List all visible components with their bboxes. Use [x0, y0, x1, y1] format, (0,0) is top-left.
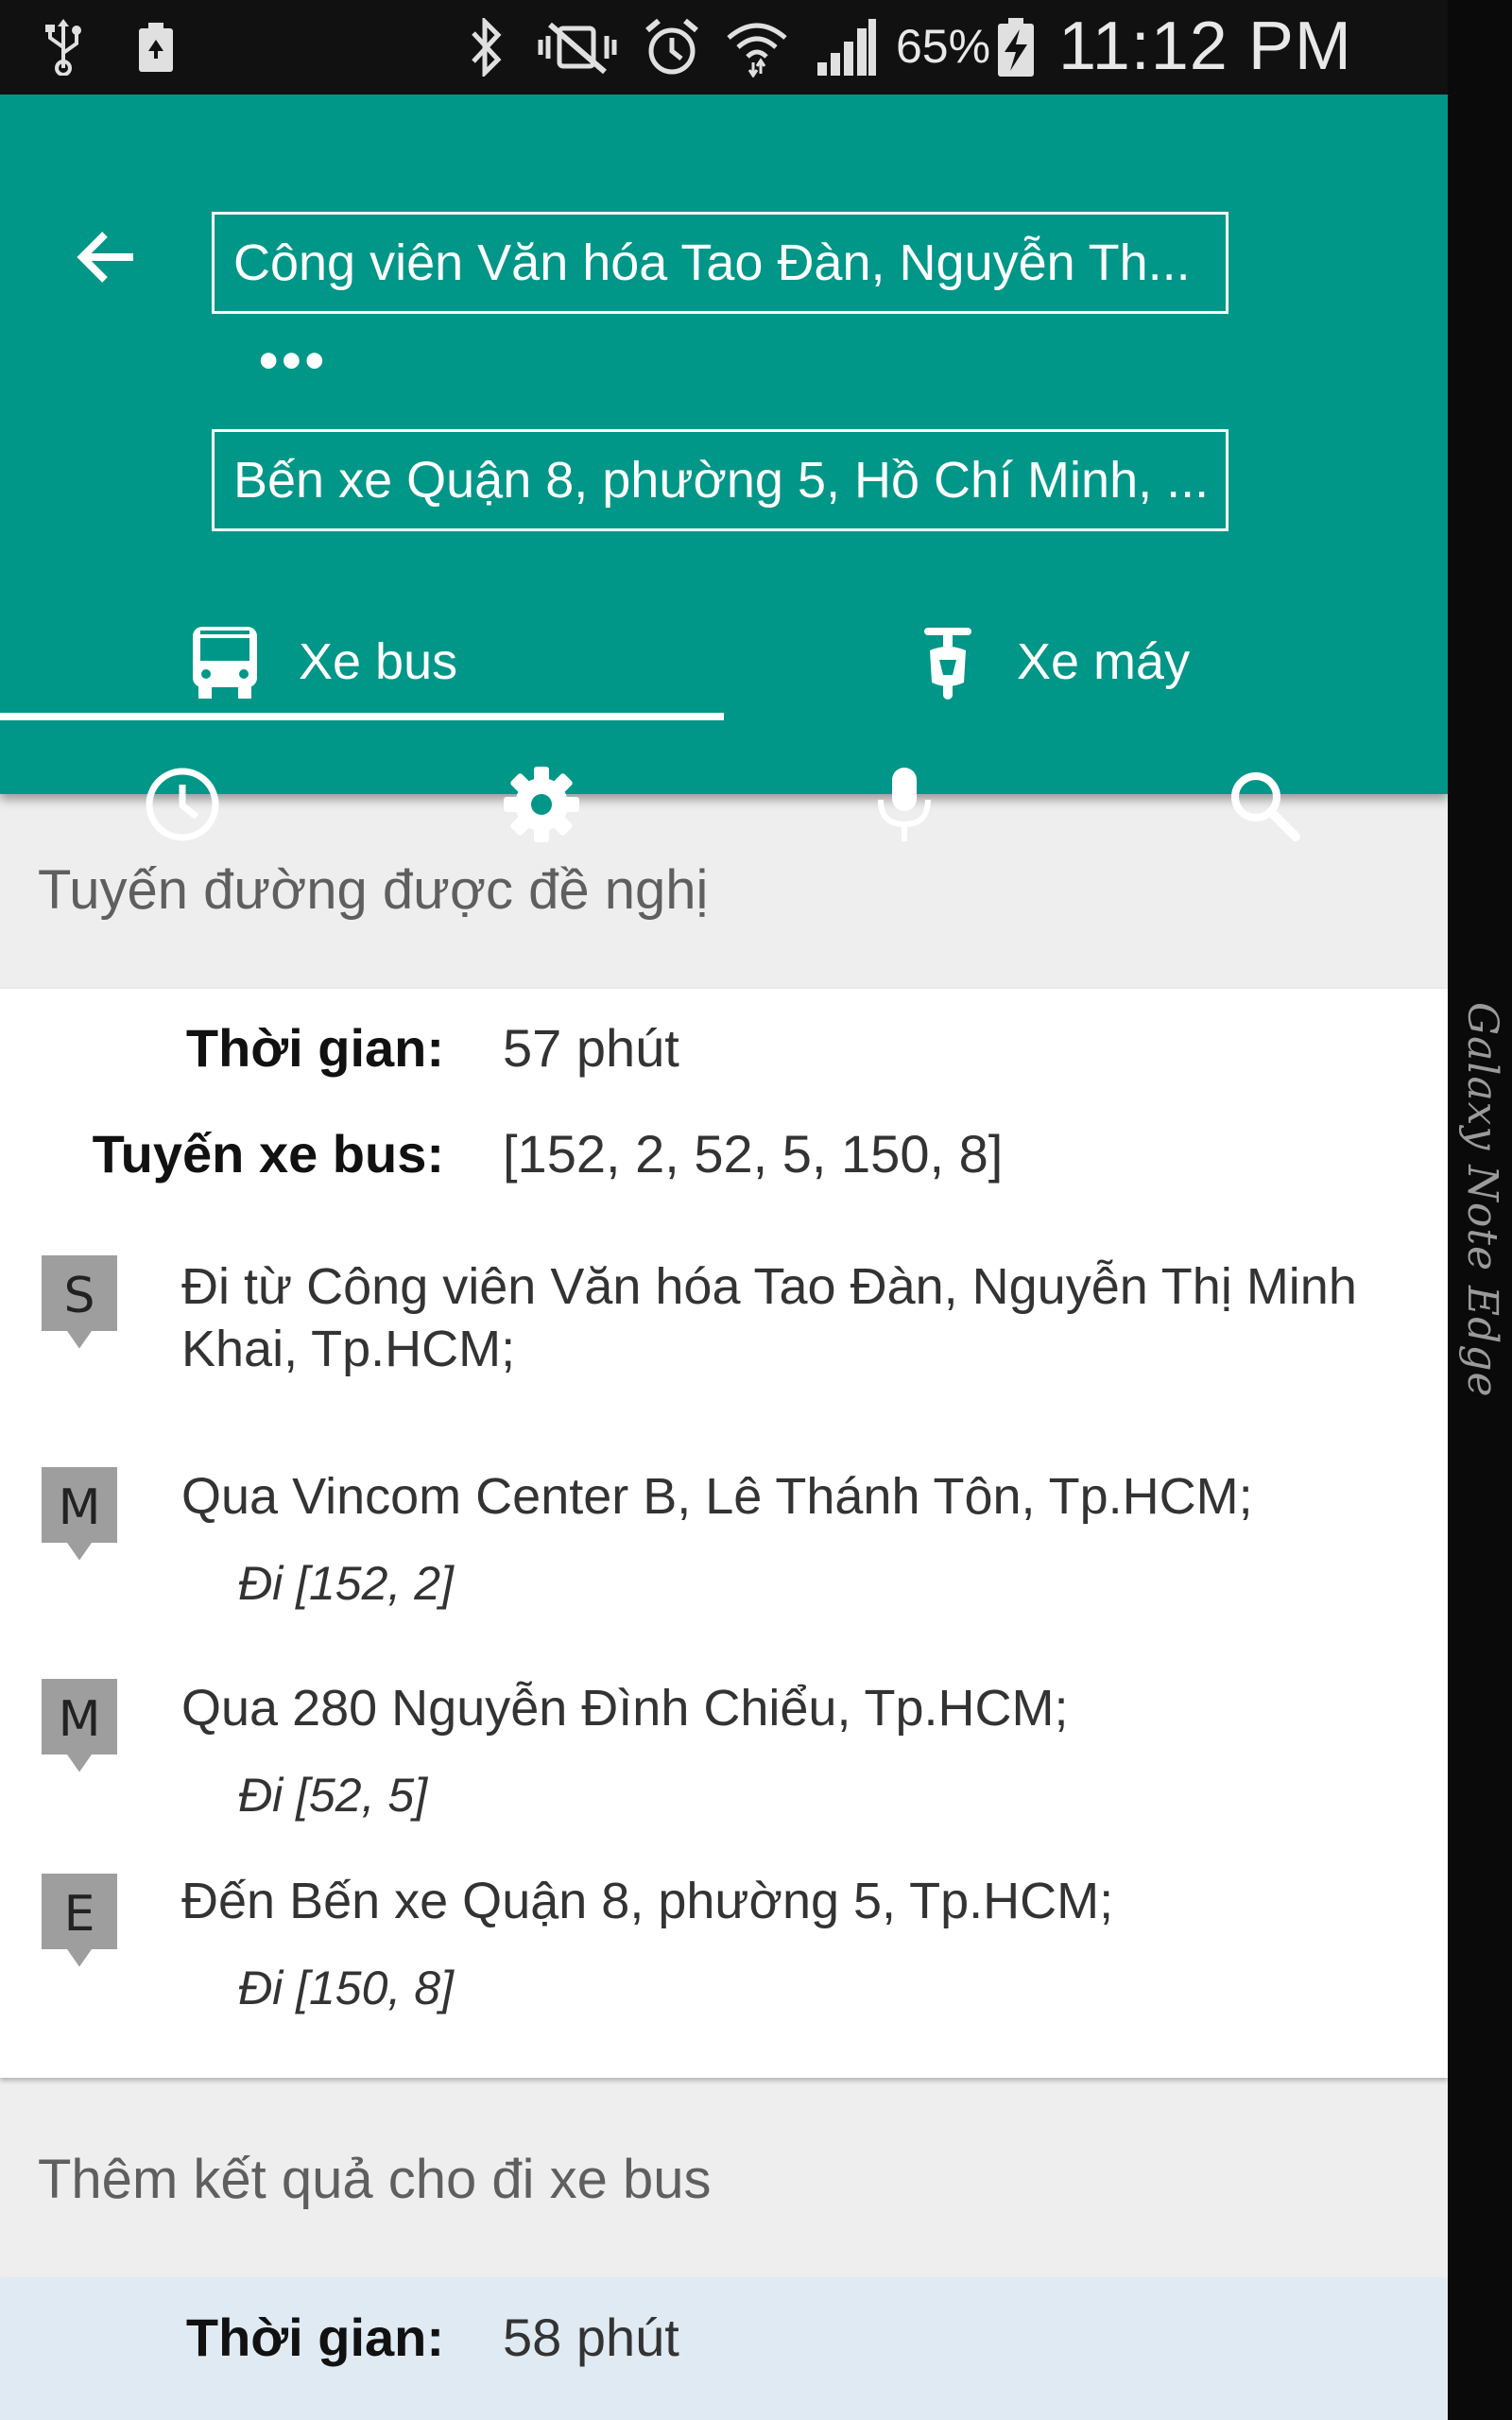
origin-input[interactable]: Công viên Văn hóa Tao Đàn, Nguyễn Th...	[212, 212, 1228, 314]
time-value: 57 phút	[503, 1018, 679, 1078]
step-waypoint-1-text: Qua Vincom Center B, Lê Thánh Tôn, Tp.HC…	[181, 1468, 1253, 1525]
tab-bus[interactable]: Xe bus	[189, 605, 457, 718]
waypoint-marker-icon: M	[38, 1463, 121, 1567]
waypoint-marker-icon: M	[38, 1675, 121, 1779]
status-bar: 65% 11:12 PM	[0, 0, 1448, 95]
waypoint-marker-letter: M	[59, 1691, 101, 1748]
search-icon[interactable]	[1221, 762, 1306, 847]
vibrate-mute-icon	[535, 17, 620, 78]
step-waypoint-1-buses: Đi [152, 2]	[238, 1557, 454, 1610]
step-waypoint-2-text: Qua 280 Nguyễn Đình Chiểu, Tp.HCM;	[181, 1680, 1069, 1737]
start-marker-icon: S	[38, 1252, 121, 1356]
suggested-routes-heading: Tuyến đường được đề nghị	[38, 859, 709, 921]
start-marker-letter: S	[63, 1268, 94, 1324]
alternative-route-card[interactable]: Thời gian: 58 phút	[0, 2278, 1448, 2420]
recycle-notification-icon	[132, 17, 180, 78]
end-marker-letter: E	[64, 1886, 95, 1943]
alt-time-label: Thời gian:	[185, 2308, 444, 2367]
scooter-icon	[917, 622, 979, 701]
arrow-left-icon[interactable]	[66, 217, 146, 297]
device-edge-label: Galaxy Note Edge	[1458, 1002, 1506, 1398]
more-results-heading: Thêm kết quả cho đi xe bus	[38, 2149, 712, 2210]
wifi-icon	[724, 17, 790, 78]
signal-icon	[811, 17, 879, 78]
app-screen: 65% 11:12 PM Công viên Văn hóa Tao Đàn, …	[0, 0, 1448, 2420]
clock-time: 11:12 PM	[1058, 9, 1352, 84]
battery-charging-icon	[994, 17, 1038, 78]
settings-gear-icon[interactable]	[499, 762, 584, 847]
microphone-icon[interactable]	[862, 762, 947, 847]
history-clock-icon[interactable]	[140, 762, 225, 847]
tab-bus-label: Xe bus	[299, 633, 458, 690]
time-label: Thời gian:	[185, 1018, 444, 1078]
route-search-header: Công viên Văn hóa Tao Đàn, Nguyễn Th... …	[0, 95, 1448, 842]
battery-percent: 65%	[896, 20, 991, 73]
step-end-text: Đến Bến xe Quận 8, phường 5, Tp.HCM;	[181, 1873, 1114, 1929]
suggested-route-card[interactable]: Thời gian: 57 phút Tuyến xe bus: [152, 2…	[0, 989, 1448, 2078]
bluetooth-icon	[463, 17, 510, 78]
waypoints-more-icon[interactable]: •••	[259, 334, 328, 389]
tab-motorbike-label: Xe máy	[1017, 633, 1191, 690]
alarm-icon	[641, 17, 703, 78]
waypoint-marker-letter: M	[59, 1479, 101, 1536]
alt-time-value: 58 phút	[503, 2308, 679, 2367]
tab-motorbike[interactable]: Xe máy	[917, 605, 1190, 718]
step-waypoint-2-buses: Đi [52, 5]	[238, 1769, 428, 1822]
step-end-buses: Đi [150, 8]	[238, 1962, 454, 2014]
usb-icon	[40, 17, 87, 78]
bus-icon	[189, 623, 261, 700]
selected-tab-indicator	[0, 713, 724, 720]
end-marker-icon: E	[38, 1870, 121, 1974]
bus-routes-value: [152, 2, 52, 5, 150, 8]	[503, 1124, 1004, 1184]
step-start-text: Đi từ Công viên Văn hóa Tao Đàn, Nguyễn …	[181, 1258, 1357, 1377]
destination-input[interactable]: Bến xe Quận 8, phường 5, Hồ Chí Minh, ..…	[212, 429, 1228, 531]
bus-routes-label: Tuyến xe bus:	[92, 1124, 444, 1184]
